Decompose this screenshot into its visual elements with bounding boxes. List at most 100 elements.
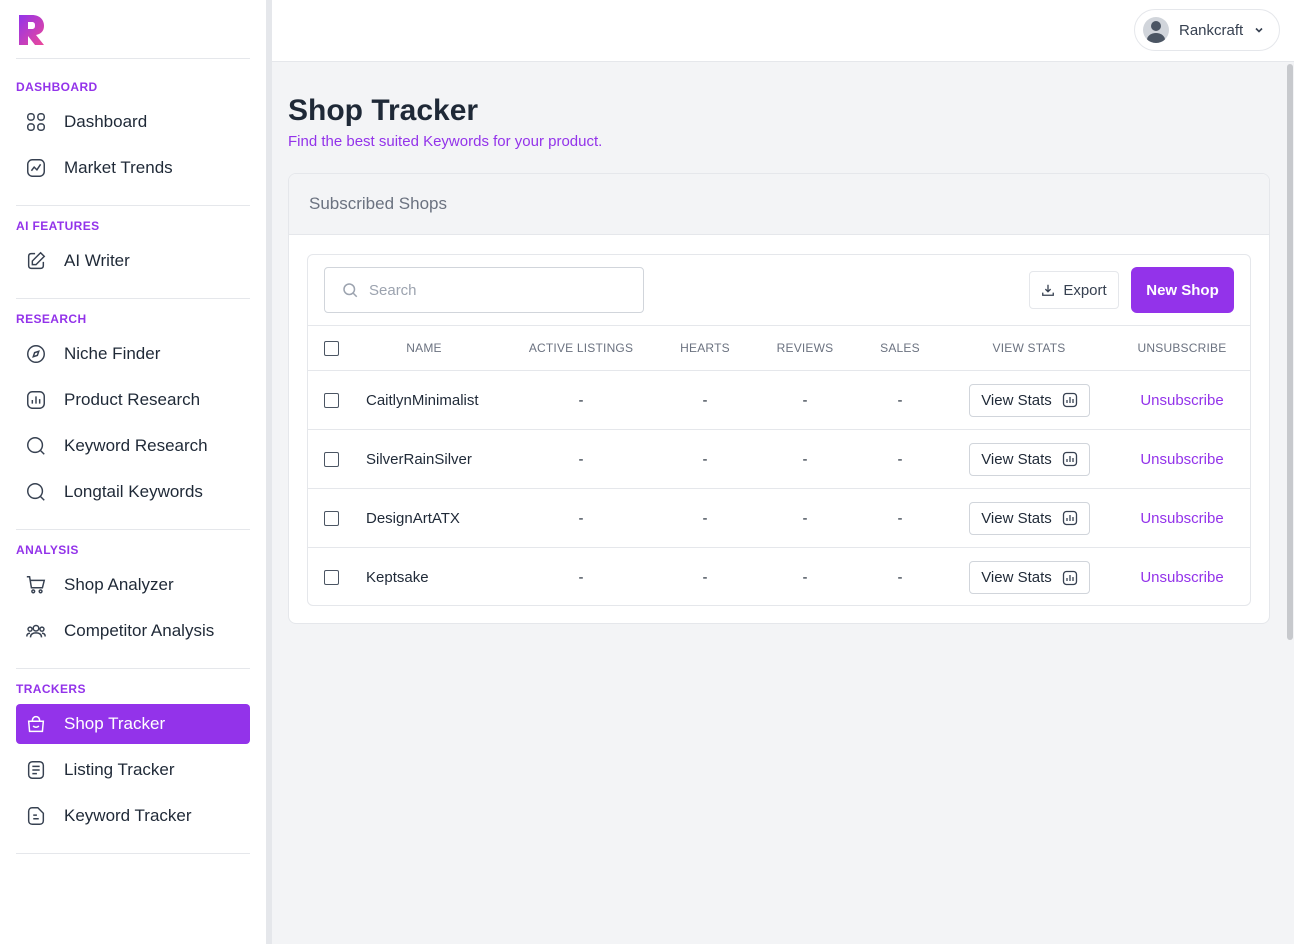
- row-checkbox[interactable]: [324, 510, 339, 526]
- user-menu-button[interactable]: Rankcraft: [1134, 9, 1280, 51]
- bar-chart-icon: [24, 388, 48, 412]
- view-stats-button[interactable]: View Stats: [969, 383, 1090, 417]
- sidebar-item-competitor-analysis[interactable]: Competitor Analysis: [16, 611, 250, 651]
- view-stats-label: View Stats: [981, 569, 1052, 586]
- sidebar-edge: [266, 0, 272, 944]
- section-ai-features: AI FEATURES AI Writer: [16, 217, 250, 281]
- page-subtitle: Find the best suited Keywords for your p…: [288, 133, 603, 150]
- shop-name[interactable]: Keptsake: [366, 548, 429, 607]
- sidebar-item-product-research[interactable]: Product Research: [16, 380, 250, 420]
- view-stats-label: View Stats: [981, 450, 1052, 468]
- column-header-reviews[interactable]: REVIEWS: [765, 326, 845, 370]
- active-listings-value: -: [578, 509, 584, 527]
- sidebar: DASHBOARD Dashboard Market Trends AI FEA…: [0, 0, 266, 944]
- view-stats-cell: View Stats: [969, 489, 1090, 547]
- unsubscribe-link[interactable]: Unsubscribe: [1124, 548, 1240, 607]
- scrollbar-thumb[interactable]: [1287, 64, 1293, 640]
- row-select-cell: [324, 489, 339, 547]
- search-icon: [24, 434, 48, 458]
- reviews-value: -: [802, 450, 808, 468]
- search-icon: [24, 480, 48, 504]
- section-trackers: TRACKERS Shop Tracker Listing Tracker Ke…: [16, 680, 250, 836]
- rankcraft-logo-icon[interactable]: [18, 14, 46, 46]
- select-all-checkbox[interactable]: [324, 340, 339, 356]
- export-label: Export: [1063, 281, 1107, 299]
- sidebar-item-keyword-tracker[interactable]: Keyword Tracker: [16, 796, 250, 836]
- main-scrollbar[interactable]: [1286, 62, 1294, 944]
- reviews-value: -: [802, 391, 808, 409]
- shops-table-panel: Export New Shop NAME ACTIVE LISTINGS HEA…: [307, 254, 1251, 606]
- view-stats-button[interactable]: View Stats: [969, 442, 1090, 476]
- sidebar-item-dashboard[interactable]: Dashboard: [16, 102, 250, 142]
- view-stats-button[interactable]: View Stats: [969, 561, 1090, 594]
- sales-value: -: [897, 391, 903, 409]
- edit-icon: [24, 249, 48, 273]
- shop-name[interactable]: CaitlynMinimalist: [366, 371, 479, 429]
- user-name: Rankcraft: [1179, 21, 1244, 39]
- column-header-active-listings[interactable]: ACTIVE LISTINGS: [520, 326, 642, 370]
- unsubscribe-link[interactable]: Unsubscribe: [1124, 371, 1240, 429]
- row-select-cell: [324, 548, 339, 607]
- row-checkbox[interactable]: [324, 451, 339, 467]
- sidebar-item-longtail-keywords[interactable]: Longtail Keywords: [16, 472, 250, 512]
- trend-chart-icon: [24, 156, 48, 180]
- shop-name[interactable]: DesignArtATX: [366, 489, 460, 547]
- view-stats-button[interactable]: View Stats: [969, 501, 1090, 535]
- view-stats-cell: View Stats: [969, 371, 1090, 429]
- column-header-name[interactable]: NAME: [366, 326, 482, 370]
- select-all-cell: [324, 326, 339, 370]
- page-title: Shop Tracker: [288, 94, 479, 127]
- shop-name[interactable]: SilverRainSilver: [366, 430, 472, 488]
- section-divider: [16, 298, 250, 299]
- column-header-hearts[interactable]: HEARTS: [665, 326, 745, 370]
- sidebar-item-ai-writer[interactable]: AI Writer: [16, 241, 250, 281]
- sidebar-item-label: Dashboard: [64, 112, 148, 131]
- row-checkbox[interactable]: [324, 392, 339, 408]
- sidebar-item-market-trends[interactable]: Market Trends: [16, 148, 250, 188]
- search-input[interactable]: [369, 281, 629, 299]
- shopping-bag-icon: [24, 712, 48, 736]
- reviews-value: -: [802, 569, 808, 586]
- sidebar-item-shop-tracker[interactable]: Shop Tracker: [16, 704, 250, 744]
- sidebar-item-label: Market Trends: [64, 158, 173, 177]
- search-field[interactable]: [324, 267, 644, 313]
- section-divider: [16, 529, 250, 530]
- subscribed-shops-card: Subscribed Shops Export New Shop NAME AC…: [288, 173, 1270, 624]
- unsubscribe-link[interactable]: Unsubscribe: [1124, 489, 1240, 547]
- table-row: Keptsake - - - - View Stats Unsubscribe: [308, 548, 1250, 607]
- top-bar: Rankcraft: [272, 0, 1294, 62]
- table-row: SilverRainSilver - - - - View Stats Unsu…: [308, 430, 1250, 489]
- new-shop-button[interactable]: New Shop: [1131, 267, 1234, 313]
- sales-value: -: [897, 509, 903, 527]
- download-icon: [1041, 283, 1055, 297]
- sidebar-item-niche-finder[interactable]: Niche Finder: [16, 334, 250, 374]
- section-title: ANALYSIS: [16, 543, 79, 557]
- grid-icon: [24, 110, 48, 134]
- view-stats-cell: View Stats: [969, 430, 1090, 488]
- section-title: RESEARCH: [16, 312, 87, 326]
- sidebar-item-label: Competitor Analysis: [64, 621, 215, 640]
- active-listings-value: -: [578, 450, 584, 468]
- chevron-down-icon: [1253, 24, 1265, 36]
- card-header: Subscribed Shops: [289, 174, 1269, 235]
- unsubscribe-link[interactable]: Unsubscribe: [1124, 430, 1240, 488]
- export-button[interactable]: Export: [1029, 271, 1119, 309]
- column-header-sales[interactable]: SALES: [860, 326, 940, 370]
- row-checkbox[interactable]: [324, 570, 339, 585]
- list-document-icon: [24, 758, 48, 782]
- table-header: NAME ACTIVE LISTINGS HEARTS REVIEWS SALE…: [308, 325, 1250, 371]
- sidebar-item-keyword-research[interactable]: Keyword Research: [16, 426, 250, 466]
- card-title: Subscribed Shops: [309, 194, 447, 213]
- stats-chart-icon: [1062, 510, 1078, 526]
- row-select-cell: [324, 371, 339, 429]
- sidebar-item-label: Shop Analyzer: [64, 575, 174, 594]
- compass-icon: [24, 342, 48, 366]
- hearts-value: -: [702, 450, 708, 468]
- sidebar-item-shop-analyzer[interactable]: Shop Analyzer: [16, 565, 250, 605]
- column-header-view-stats: VIEW STATS: [992, 341, 1066, 355]
- hearts-value: -: [702, 391, 708, 409]
- section-analysis: ANALYSIS Shop Analyzer Competitor Analys…: [16, 541, 250, 651]
- sidebar-item-listing-tracker[interactable]: Listing Tracker: [16, 750, 250, 790]
- column-header-unsubscribe: UNSUBSCRIBE: [1137, 341, 1227, 355]
- sidebar-item-label: Longtail Keywords: [64, 482, 203, 501]
